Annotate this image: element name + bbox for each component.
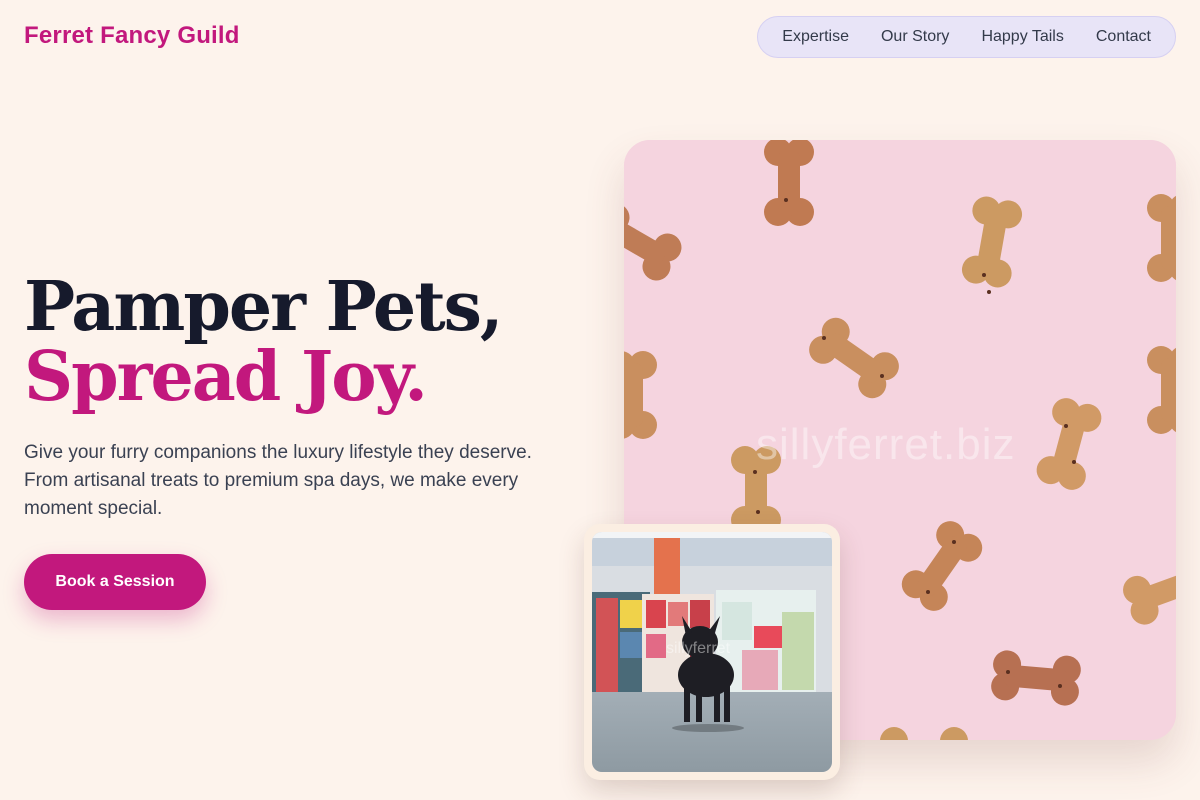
nav-link-expertise[interactable]: Expertise bbox=[782, 28, 849, 46]
nav-link-contact[interactable]: Contact bbox=[1096, 28, 1151, 46]
main-photo-watermark: sillyferret.biz bbox=[756, 420, 1016, 469]
headline-line-1: Pamper Pets, bbox=[24, 267, 504, 347]
hero-description: Give your furry companions the luxury li… bbox=[24, 442, 532, 519]
pet-store-photo-card: sillyferret bbox=[584, 524, 840, 780]
nav-link-our-story[interactable]: Our Story bbox=[881, 28, 949, 46]
main-nav: Expertise Our Story Happy Tails Contact bbox=[757, 16, 1176, 58]
hero-headline: Pamper Pets, Spread Joy. bbox=[24, 267, 504, 417]
nav-link-happy-tails[interactable]: Happy Tails bbox=[981, 28, 1063, 46]
small-photo-watermark: sillyferret bbox=[666, 640, 731, 657]
brand-logo[interactable]: Ferret Fancy Guild bbox=[24, 22, 240, 50]
pet-store-photo: sillyferret bbox=[592, 532, 832, 772]
landing-page: Ferret Fancy Guild Expertise Our Story H… bbox=[0, 0, 1200, 800]
headline-line-2: Spread Joy. bbox=[24, 337, 428, 417]
book-session-button[interactable]: Book a Session bbox=[24, 554, 206, 610]
